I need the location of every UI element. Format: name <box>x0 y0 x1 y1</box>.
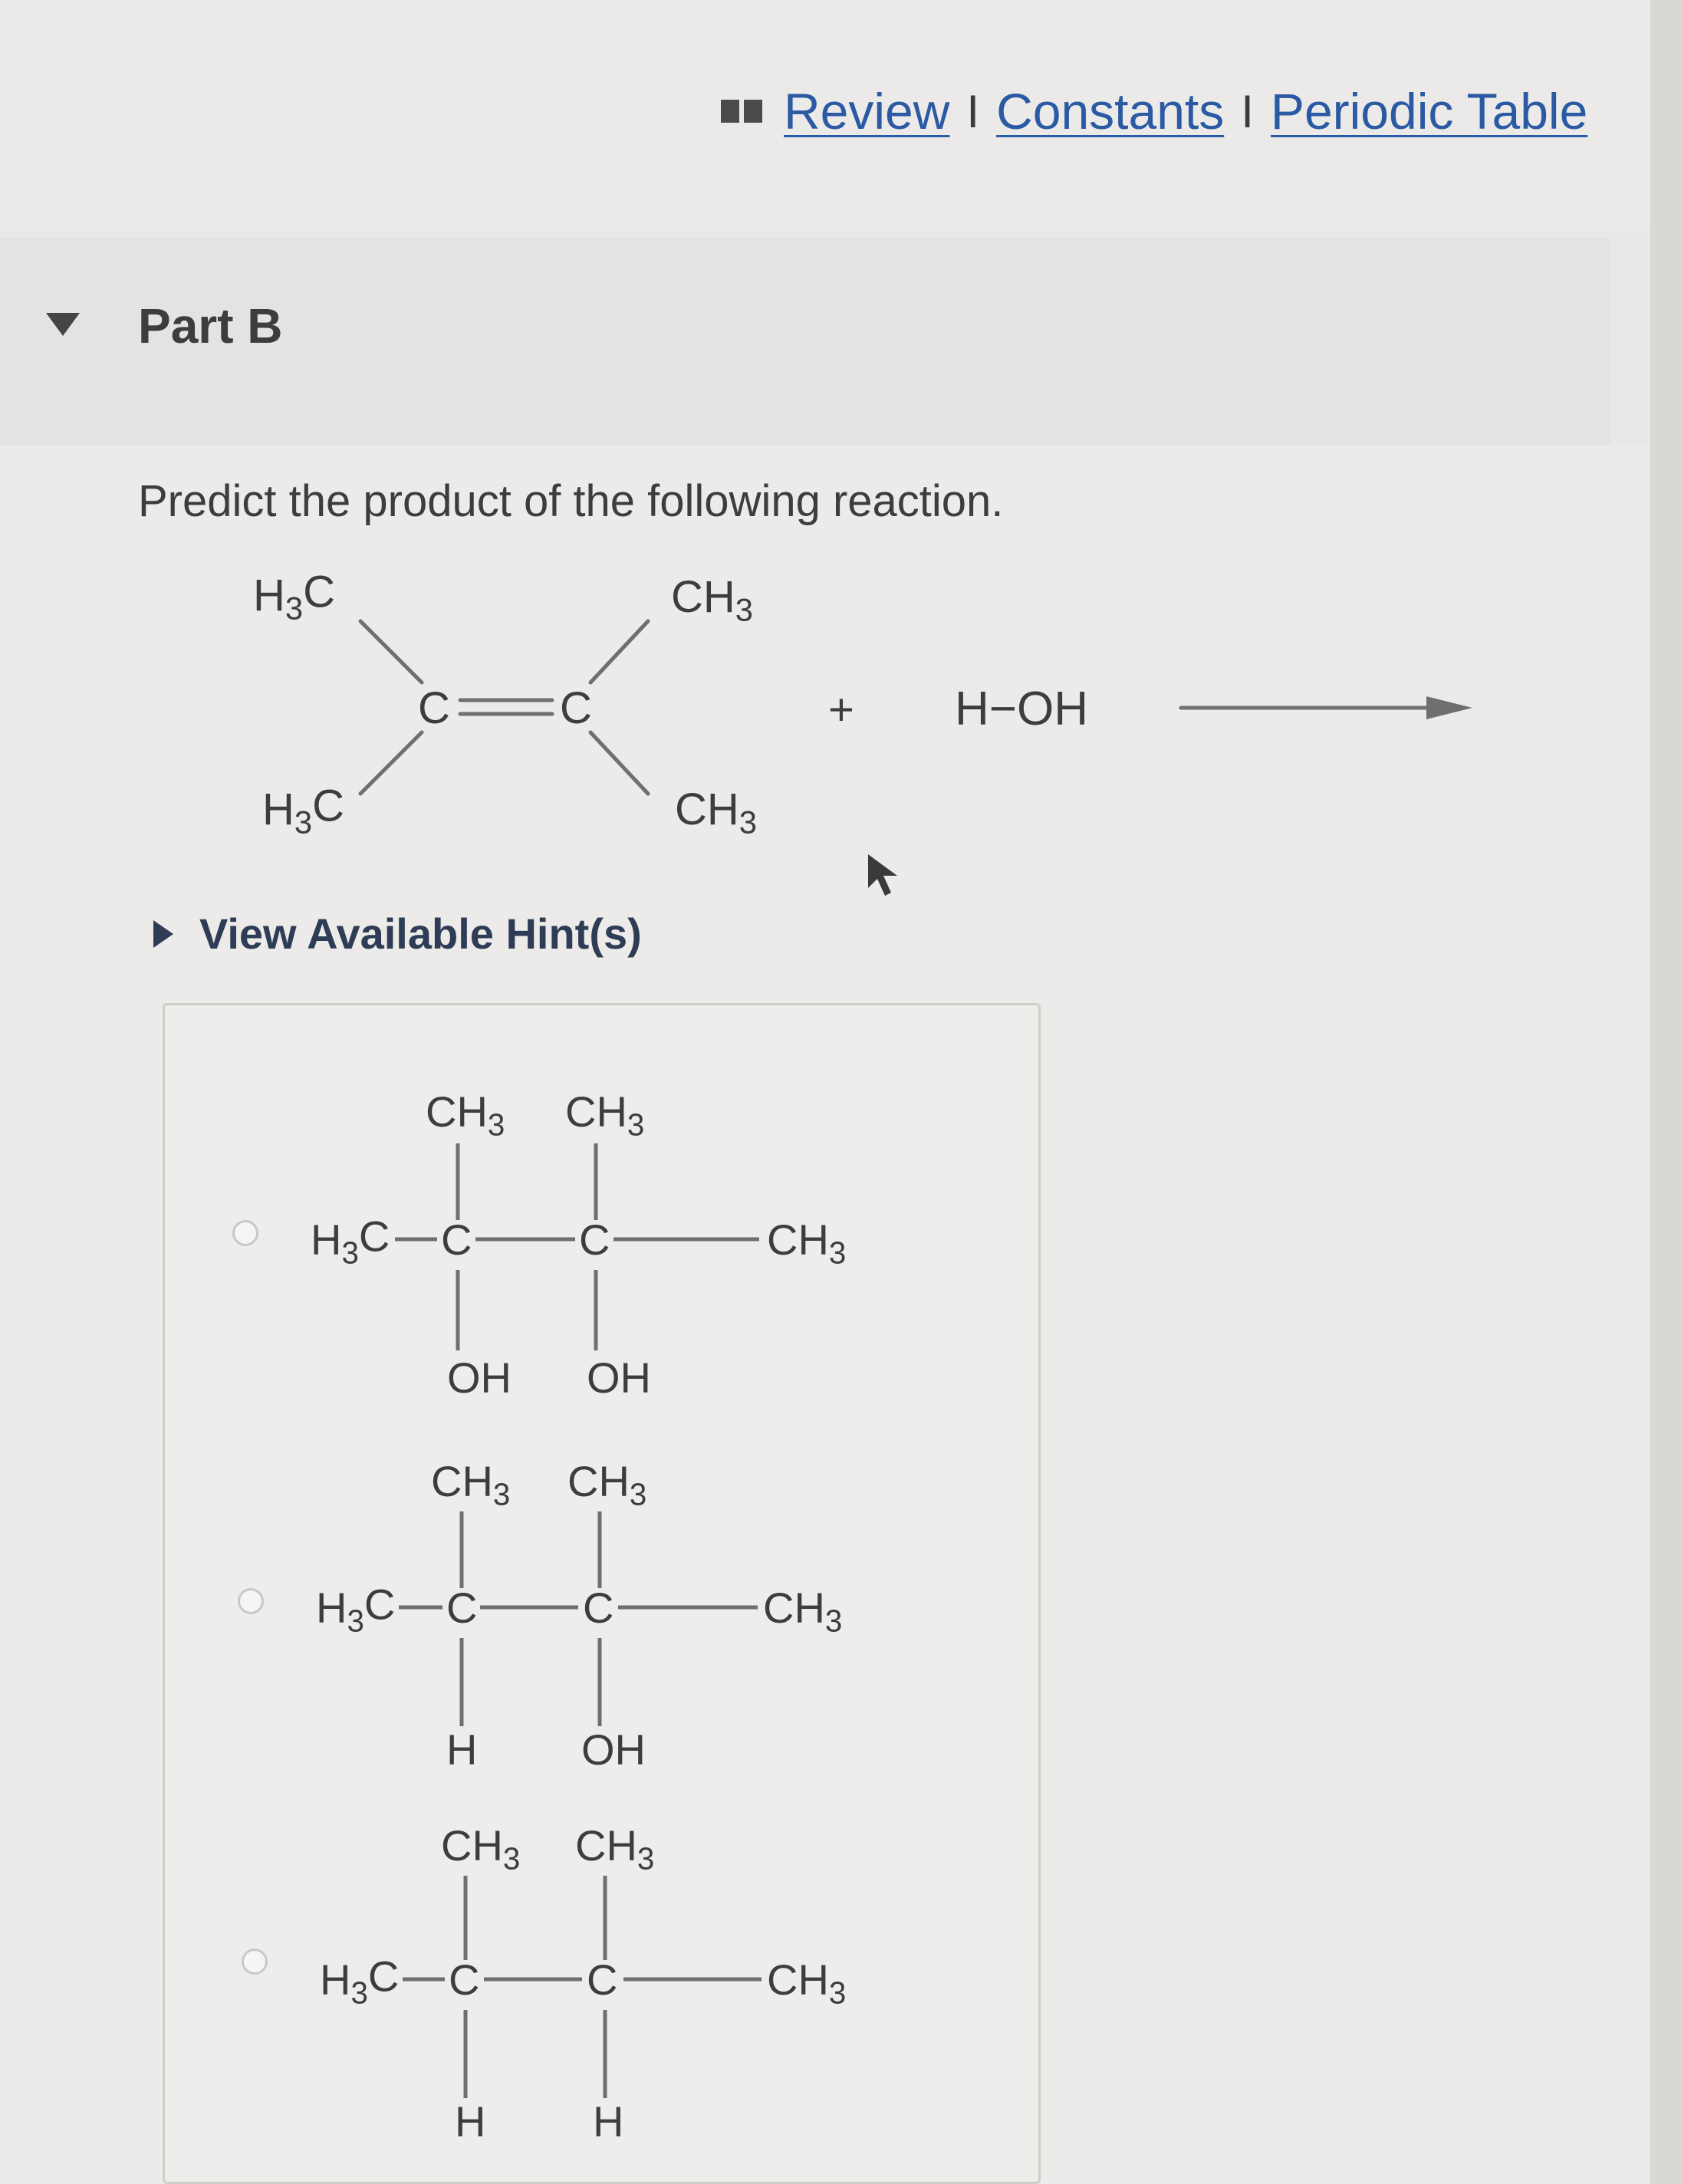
svg-text:CH3: CH3 <box>767 1215 846 1270</box>
reactant-top-right: CH3 <box>671 572 753 628</box>
reactant-carbon-1: C <box>418 683 450 733</box>
mouse-pointer-icon <box>868 854 897 896</box>
link-separator: I <box>1241 85 1254 137</box>
svg-text:H: H <box>455 2097 485 2146</box>
svg-text:H: H <box>593 2097 623 2146</box>
option-1-structure: CH3 CH3 H3C C C CH3 OH OH <box>311 1087 846 1402</box>
radio-icon[interactable] <box>242 1949 268 1975</box>
svg-text:CH3: CH3 <box>441 1821 520 1876</box>
hint-label: View Available Hint(s) <box>199 909 642 958</box>
svg-text:CH3: CH3 <box>565 1087 644 1142</box>
svg-text:C: C <box>583 1584 614 1632</box>
svg-text:CH3: CH3 <box>567 1457 646 1511</box>
answer-choices: CH3 CH3 H3C C C CH3 OH OH CH3 CH3 H3C C <box>163 1003 1041 2184</box>
triangle-down-icon[interactable] <box>46 313 80 336</box>
svg-text:H: H <box>446 1725 477 1774</box>
answer-option-1[interactable] <box>232 1220 258 1246</box>
svg-text:OH: OH <box>581 1725 646 1774</box>
constants-link[interactable]: Constants <box>996 82 1224 140</box>
arrow-right-icon <box>1426 696 1472 719</box>
link-separator: I <box>966 85 980 137</box>
svg-text:C: C <box>441 1215 472 1264</box>
option-3-structure: CH3 CH3 H3C C C CH3 H H <box>320 1821 846 2146</box>
question-text: Predict the product of the following rea… <box>138 476 1004 526</box>
reactant-carbon-2: C <box>560 683 592 733</box>
svg-text:CH3: CH3 <box>575 1821 654 1876</box>
answer-option-2[interactable] <box>238 1588 264 1614</box>
reaction-diagram: H3C H3C CH3 CH3 C C + H−OH <box>253 567 1472 840</box>
svg-text:C: C <box>449 1955 479 2004</box>
reactant-top-left: H3C <box>253 567 335 626</box>
review-link[interactable]: Review <box>784 82 949 140</box>
svg-text:H3C: H3C <box>320 1952 399 2011</box>
svg-text:OH: OH <box>587 1353 651 1402</box>
svg-text:C: C <box>587 1955 617 2004</box>
radio-icon[interactable] <box>232 1220 258 1246</box>
answer-option-3[interactable] <box>242 1949 268 1975</box>
reactant-bottom-left: H3C <box>262 781 344 840</box>
svg-text:CH3: CH3 <box>431 1457 510 1511</box>
book-icon <box>721 100 762 123</box>
svg-text:CH3: CH3 <box>767 1955 846 2010</box>
svg-text:C: C <box>446 1584 477 1632</box>
window-edge <box>1650 0 1681 2184</box>
resource-links: Review I Constants I Periodic Table <box>721 77 1587 146</box>
reactant-bottom-right: CH3 <box>675 784 757 840</box>
triangle-right-icon <box>153 919 173 948</box>
svg-text:H3C: H3C <box>316 1580 395 1639</box>
svg-text:C: C <box>579 1215 610 1264</box>
plus-sign: + <box>828 685 854 735</box>
radio-icon[interactable] <box>238 1588 264 1614</box>
view-hints-toggle[interactable]: View Available Hint(s) <box>153 909 642 959</box>
svg-text:CH3: CH3 <box>426 1087 505 1142</box>
svg-text:OH: OH <box>447 1353 512 1402</box>
periodic-table-link[interactable]: Periodic Table <box>1271 82 1587 140</box>
option-2-structure: CH3 CH3 H3C C C CH3 H OH <box>316 1457 842 1774</box>
svg-text:CH3: CH3 <box>763 1584 842 1638</box>
svg-text:H3C: H3C <box>311 1212 390 1271</box>
part-title[interactable]: Part B <box>138 298 283 354</box>
reagent-water: H−OH <box>955 682 1088 735</box>
